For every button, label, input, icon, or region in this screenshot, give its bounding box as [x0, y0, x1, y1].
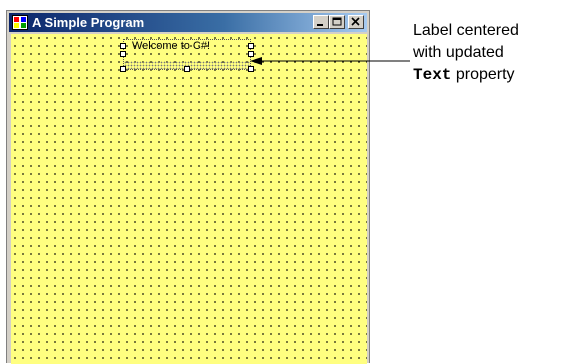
callout-line-1: Label centered	[413, 22, 519, 39]
callout-line-3: Text property	[413, 64, 571, 86]
callout-text: Label centered with updated Text propert…	[413, 20, 571, 86]
callout-code-word: Text	[413, 66, 452, 84]
callout-line-3-suffix: property	[451, 66, 515, 83]
callout-line-2: with updated	[413, 44, 504, 61]
